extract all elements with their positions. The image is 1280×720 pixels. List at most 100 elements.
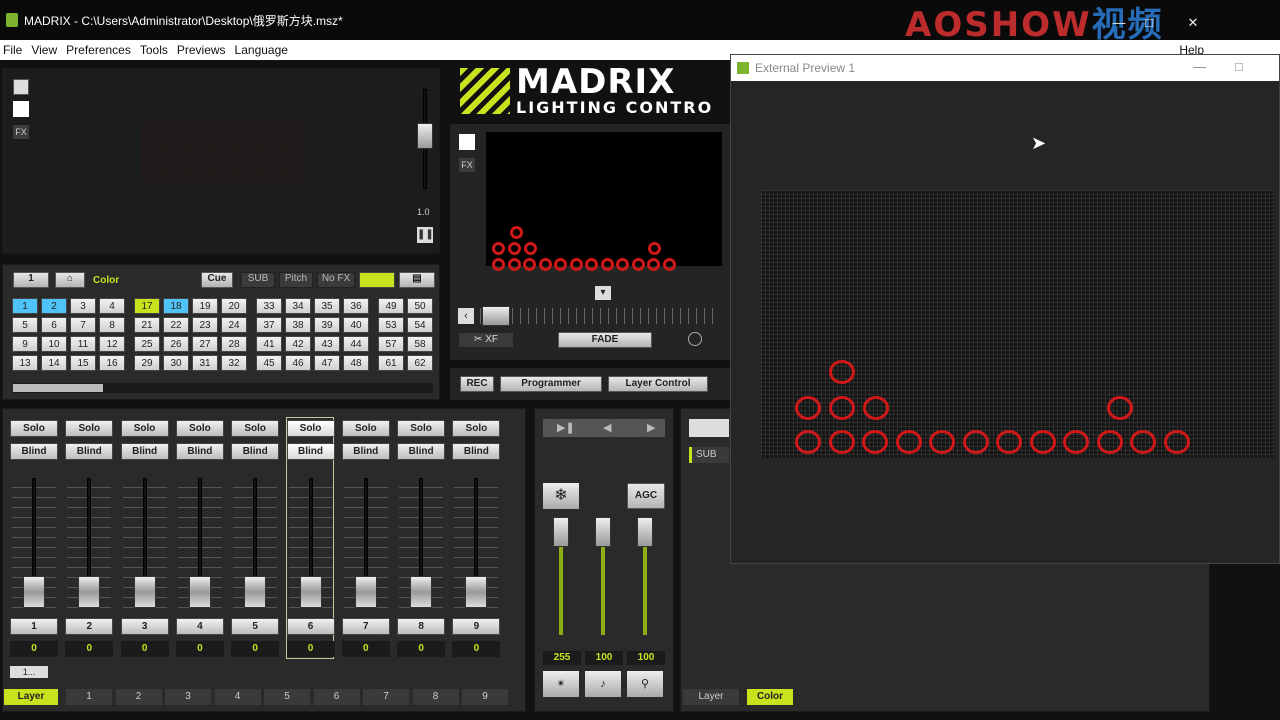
layer-number-5[interactable]: 5 [231, 618, 280, 635]
blind-button-6[interactable]: Blind [286, 443, 335, 460]
solo-button-1[interactable]: Solo [10, 420, 58, 437]
storage-scroll-thumb[interactable] [13, 384, 103, 392]
left-fx-button[interactable]: FX [13, 125, 29, 139]
right-layer-tab[interactable]: Layer [683, 689, 739, 705]
right-sub-button[interactable]: SUB [689, 447, 729, 463]
storage-place-38[interactable]: 38 [285, 317, 311, 333]
layer-number-4[interactable]: 4 [175, 618, 224, 635]
storage-place-18[interactable]: 18 [163, 298, 189, 314]
storage-place-35[interactable]: 35 [314, 298, 340, 314]
solo-button-2[interactable]: Solo [65, 420, 114, 437]
blind-button-9[interactable]: Blind [452, 443, 501, 460]
storage-place-50[interactable]: 50 [407, 298, 433, 314]
speed-fader[interactable] [417, 123, 433, 149]
solo-button-7[interactable]: Solo [341, 420, 390, 437]
storage-place-53[interactable]: 53 [378, 317, 404, 333]
storage-scrollbar[interactable] [13, 383, 433, 393]
external-maximize-icon[interactable]: □ [1235, 59, 1243, 74]
nofx-button[interactable]: No FX [317, 272, 355, 288]
layer-fader-2[interactable] [78, 576, 101, 608]
storage-place-39[interactable]: 39 [314, 317, 340, 333]
storage-place-11[interactable]: 11 [70, 336, 96, 352]
layer-fader-3[interactable] [133, 576, 156, 608]
layer-fader-6[interactable] [299, 576, 322, 608]
storage-place-58[interactable]: 58 [407, 336, 433, 352]
layer-tab-2[interactable]: 2 [115, 689, 162, 705]
layer-tab-3[interactable]: 3 [165, 689, 211, 705]
storage-place-19[interactable]: 19 [192, 298, 218, 314]
blind-button-5[interactable]: Blind [231, 443, 280, 460]
fade-button[interactable]: FADE [558, 332, 652, 348]
master-fader[interactable] [553, 517, 569, 547]
layer-tab-8[interactable]: 8 [412, 689, 459, 705]
menu-tools[interactable]: Tools [140, 43, 168, 57]
storage-place-57[interactable]: 57 [378, 336, 404, 352]
storage-place-10[interactable]: 10 [41, 336, 67, 352]
storage-place-31[interactable]: 31 [192, 355, 218, 371]
xf-button[interactable]: ✂ XF [458, 332, 514, 348]
layer-tab-6[interactable]: 6 [313, 689, 360, 705]
storage-place-25[interactable]: 25 [134, 336, 160, 352]
storage-place-42[interactable]: 42 [285, 336, 311, 352]
left-toggle-button[interactable] [13, 79, 29, 95]
center-fx-button[interactable]: FX [459, 158, 475, 172]
programmer-button[interactable]: Programmer [500, 376, 602, 392]
storage-place-12[interactable]: 12 [99, 336, 125, 352]
menu-view[interactable]: View [31, 43, 57, 57]
layer-tab-5[interactable]: 5 [264, 689, 310, 705]
menu-previews[interactable]: Previews [177, 43, 226, 57]
gain-fader[interactable] [637, 517, 653, 547]
storage-place-41[interactable]: 41 [256, 336, 282, 352]
storage-place-47[interactable]: 47 [314, 355, 340, 371]
solo-button-5[interactable]: Solo [231, 420, 280, 437]
strobe-icon[interactable]: ✴ [543, 671, 579, 697]
clock-icon[interactable] [688, 332, 702, 346]
previous-icon[interactable]: ◀ [603, 421, 611, 434]
play-pause-icon[interactable]: ▶❚ [557, 421, 575, 434]
storage-place-8[interactable]: 8 [99, 317, 125, 333]
layer-number-8[interactable]: 8 [397, 618, 446, 635]
storage-place-9[interactable]: 9 [12, 336, 38, 352]
cue-button[interactable]: Cue [201, 272, 233, 288]
storage-place-17[interactable]: 17 [134, 298, 160, 314]
storage-place-49[interactable]: 49 [378, 298, 404, 314]
freeze-icon[interactable]: ❄ [543, 483, 579, 509]
storage-place-46[interactable]: 46 [285, 355, 311, 371]
audio-mute-icon[interactable]: ♪ [585, 671, 621, 697]
layer-tab-active[interactable]: Layer [4, 689, 58, 705]
storage-place-5[interactable]: 5 [12, 317, 38, 333]
layer-number-2[interactable]: 2 [65, 618, 114, 635]
storage-place-27[interactable]: 27 [192, 336, 218, 352]
blind-button-3[interactable]: Blind [120, 443, 169, 460]
storage-place-7[interactable]: 7 [70, 317, 96, 333]
blind-button-2[interactable]: Blind [65, 443, 114, 460]
minimize-icon[interactable]: — [1112, 16, 1126, 30]
layer-fader-4[interactable] [188, 576, 211, 608]
storage-place-3[interactable]: 3 [70, 298, 96, 314]
storage-place-28[interactable]: 28 [221, 336, 247, 352]
layer-tab-1[interactable]: 1 [66, 689, 112, 705]
rec-button[interactable]: REC [460, 376, 494, 392]
storage-place-21[interactable]: 21 [134, 317, 160, 333]
audio-fader[interactable] [595, 517, 611, 547]
storage-place-54[interactable]: 54 [407, 317, 433, 333]
storage-place-32[interactable]: 32 [221, 355, 247, 371]
storage-place-16[interactable]: 16 [99, 355, 125, 371]
chevron-left-icon[interactable]: ‹ [458, 308, 474, 324]
layer-tab-4[interactable]: 4 [214, 689, 261, 705]
right-blank-button[interactable] [689, 419, 729, 437]
storage-place-48[interactable]: 48 [343, 355, 369, 371]
blind-button-8[interactable]: Blind [397, 443, 446, 460]
layer-fader-5[interactable] [244, 576, 267, 608]
storage-place-15[interactable]: 15 [70, 355, 96, 371]
layer-number-6[interactable]: 6 [286, 618, 335, 635]
close-icon[interactable]: ✕ [1186, 16, 1200, 30]
storage-place-23[interactable]: 23 [192, 317, 218, 333]
chevron-down-icon[interactable]: ▾ [595, 286, 611, 300]
crossfader-knob[interactable] [482, 306, 510, 326]
storage-place-22[interactable]: 22 [163, 317, 189, 333]
storage-place-24[interactable]: 24 [221, 317, 247, 333]
storage-place-61[interactable]: 61 [378, 355, 404, 371]
menu-file[interactable]: File [3, 43, 22, 57]
pause-icon[interactable]: ❚❚ [417, 227, 434, 243]
